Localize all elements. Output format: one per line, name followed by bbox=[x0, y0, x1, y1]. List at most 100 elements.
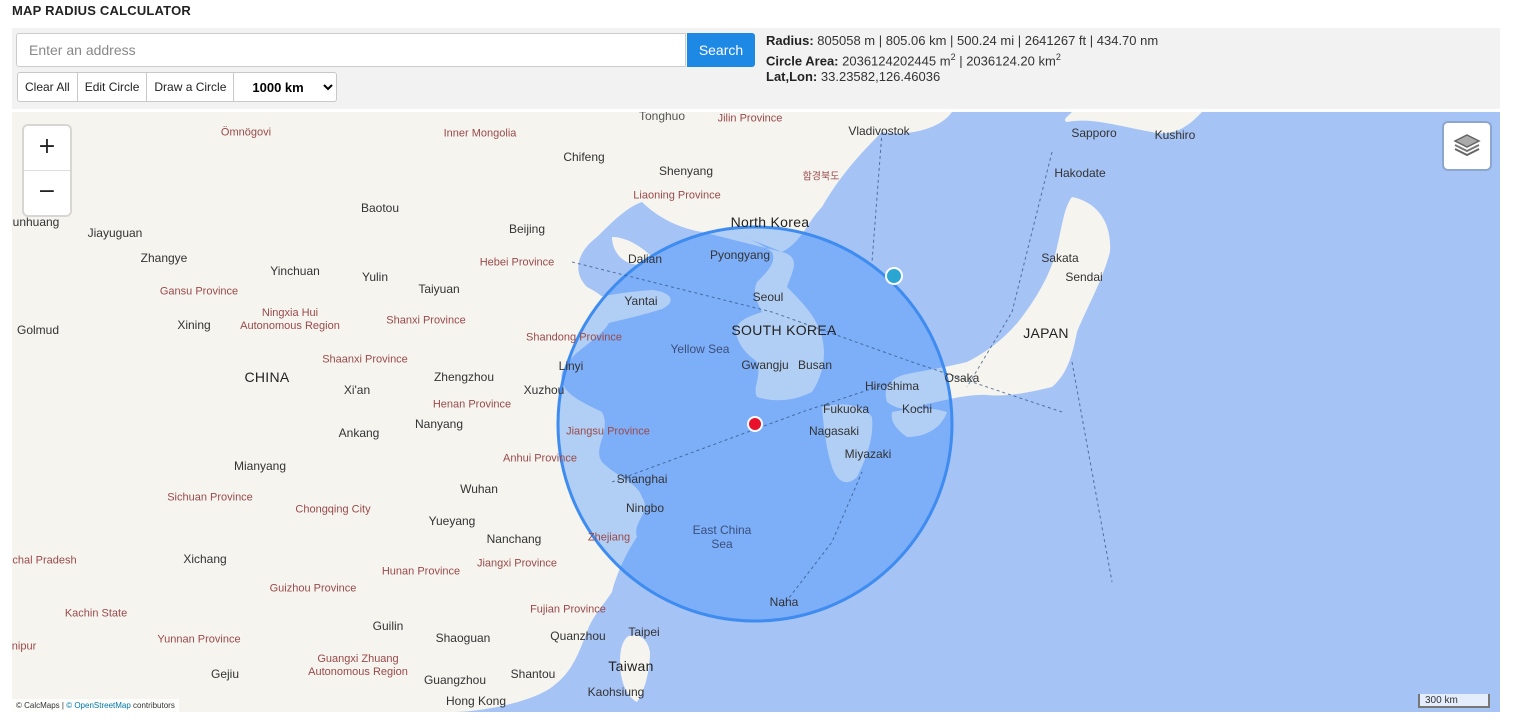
map-label: ıchal Pradesh bbox=[12, 554, 77, 567]
map-label: Hakodate bbox=[1054, 166, 1106, 180]
map-label: Shandong Province bbox=[525, 331, 623, 344]
map-label: Fukuoka bbox=[822, 402, 870, 416]
page-title: MAP RADIUS CALCULATOR bbox=[12, 3, 191, 18]
attribution-prefix: © CalcMaps | bbox=[16, 701, 67, 710]
map-label: Sichuan Province bbox=[167, 491, 253, 504]
draw-circle-button[interactable]: Draw a Circle bbox=[146, 72, 235, 102]
map-label: Zhangye bbox=[140, 251, 188, 265]
attribution-suffix: contributors bbox=[130, 701, 175, 710]
map-label: JAPAN bbox=[1023, 325, 1069, 341]
map-label: Hiroshima bbox=[864, 379, 920, 393]
search-button[interactable]: Search bbox=[687, 33, 755, 67]
map-label: Yinchuan bbox=[270, 264, 320, 278]
map-label: SOUTH KOREA bbox=[731, 322, 837, 338]
radius-select[interactable]: 1000 km bbox=[233, 72, 338, 102]
map-label: Nanchang bbox=[486, 532, 542, 546]
map-label: Fujian Province bbox=[530, 603, 606, 616]
map-label: North Korea bbox=[730, 214, 810, 230]
map-label: Kaohsiung bbox=[587, 685, 645, 699]
map-label: Guizhou Province bbox=[269, 582, 357, 595]
area-sep: | bbox=[955, 53, 967, 69]
map-label: Jiangsu Province bbox=[566, 425, 650, 438]
map-label: 함경북도 bbox=[802, 171, 840, 183]
map-label: Inner Mongolia bbox=[443, 127, 517, 140]
map-label: Xichang bbox=[183, 552, 227, 566]
map-label: Dalian bbox=[627, 252, 663, 266]
map-label: Henan Province bbox=[432, 398, 512, 411]
map-view[interactable]: + − Ömnögovi Inner Mongolia Tonghuo Jili… bbox=[12, 112, 1500, 712]
area-line: Circle Area: 2036124202445 m 2 | 2036124.… bbox=[766, 49, 1158, 69]
map-base bbox=[452, 112, 1500, 712]
layers-icon bbox=[1453, 134, 1481, 157]
osm-link[interactable]: © OpenStreetMap bbox=[66, 701, 131, 710]
radius-handle-marker[interactable] bbox=[885, 267, 903, 285]
radius-value: 805058 m | 805.06 km | 500.24 mi | 26412… bbox=[817, 33, 1159, 48]
map-scale: 300 km bbox=[1418, 694, 1490, 708]
map-label: Taipei bbox=[628, 625, 660, 639]
map-label: Hunan Province bbox=[381, 565, 461, 578]
map-label: Mianyang bbox=[233, 459, 287, 473]
map-label: Jilin Province bbox=[717, 112, 783, 125]
area-label: Circle Area: bbox=[766, 53, 839, 69]
map-label: Zhengzhou bbox=[433, 370, 495, 384]
toolbar: Clear All Edit Circle Draw a Circle 1000… bbox=[17, 72, 338, 102]
map-label: Linyi bbox=[558, 359, 584, 373]
layers-button[interactable] bbox=[1444, 123, 1490, 169]
map-label: Guangxi Zhuang Autonomous Region bbox=[308, 653, 408, 678]
map-label: Ningbo bbox=[625, 501, 665, 515]
map-label: Zhejiang bbox=[587, 531, 631, 544]
map-label: Liaoning Province bbox=[633, 189, 721, 202]
zoom-control: + − bbox=[24, 126, 70, 215]
map-label: Shenyang bbox=[658, 164, 714, 178]
area-m2: 2036124202445 m bbox=[842, 53, 951, 69]
address-search-input[interactable] bbox=[16, 33, 686, 67]
map-label: Shaanxi Province bbox=[322, 353, 408, 366]
edit-circle-button[interactable]: Edit Circle bbox=[76, 72, 148, 102]
map-label: Tonghuo bbox=[638, 112, 686, 123]
map-label: Jiangxi Province bbox=[476, 557, 558, 570]
map-label: Seoul bbox=[752, 290, 784, 304]
map-label: Xi'an bbox=[343, 383, 371, 397]
measurement-info: Radius: 805058 m | 805.06 km | 500.24 mi… bbox=[766, 33, 1158, 85]
latlon-line: Lat,Lon: 33.23582,126.46036 bbox=[766, 69, 1158, 85]
map-label: Jiayuguan bbox=[87, 226, 143, 240]
map-label: Vladivostok bbox=[848, 124, 910, 138]
map-label: Kachin State bbox=[64, 607, 128, 620]
control-panel: Search Clear All Edit Circle Draw a Circ… bbox=[12, 28, 1500, 109]
map-label: Baotou bbox=[360, 201, 400, 215]
map-label: Nagasaki bbox=[808, 424, 860, 438]
map-label: Shaoguan bbox=[435, 631, 491, 645]
map-label: Nanyang bbox=[414, 417, 464, 431]
map-label: nipur bbox=[12, 640, 37, 653]
map-label: Kushiro bbox=[1154, 128, 1196, 142]
map-label: Busan bbox=[797, 358, 833, 372]
map-label: Pyongyang bbox=[709, 248, 771, 262]
layer-shape bbox=[1453, 134, 1481, 148]
map-label: Shanghai bbox=[616, 472, 668, 486]
map-label: Sakata bbox=[1041, 251, 1079, 265]
map-label: Chongqing City bbox=[295, 503, 371, 516]
latlon-label: Lat,Lon: bbox=[766, 69, 818, 85]
map-label: Gejiu bbox=[210, 667, 240, 681]
map-label: Ningxia Hui Autonomous Region bbox=[240, 307, 340, 332]
map-label: Taiwan bbox=[608, 658, 654, 674]
map-label: Gansu Province bbox=[159, 285, 239, 298]
map-label: Quanzhou bbox=[550, 629, 606, 643]
map-label: Kochi bbox=[901, 402, 933, 416]
map-label: Anhui Province bbox=[503, 452, 577, 465]
center-marker[interactable] bbox=[747, 416, 763, 432]
area-km2-sup: 2 bbox=[1055, 52, 1061, 62]
map-label: Yantai bbox=[624, 294, 658, 308]
map-label: Golmud bbox=[16, 323, 60, 337]
map-label: CHINA bbox=[244, 369, 290, 385]
latlon-value: 33.23582,126.46036 bbox=[820, 69, 941, 85]
map-label: Yueyang bbox=[428, 514, 476, 528]
map-label: Miyazaki bbox=[844, 447, 892, 461]
zoom-in-button[interactable]: + bbox=[24, 126, 70, 171]
map-label: Ömnögovi bbox=[220, 126, 272, 139]
clear-all-button[interactable]: Clear All bbox=[17, 72, 78, 102]
map-label: Taiyuan bbox=[418, 282, 460, 296]
zoom-out-button[interactable]: − bbox=[24, 171, 70, 215]
map-label: Wuhan bbox=[460, 482, 498, 496]
map-label: Shanxi Province bbox=[386, 314, 466, 327]
